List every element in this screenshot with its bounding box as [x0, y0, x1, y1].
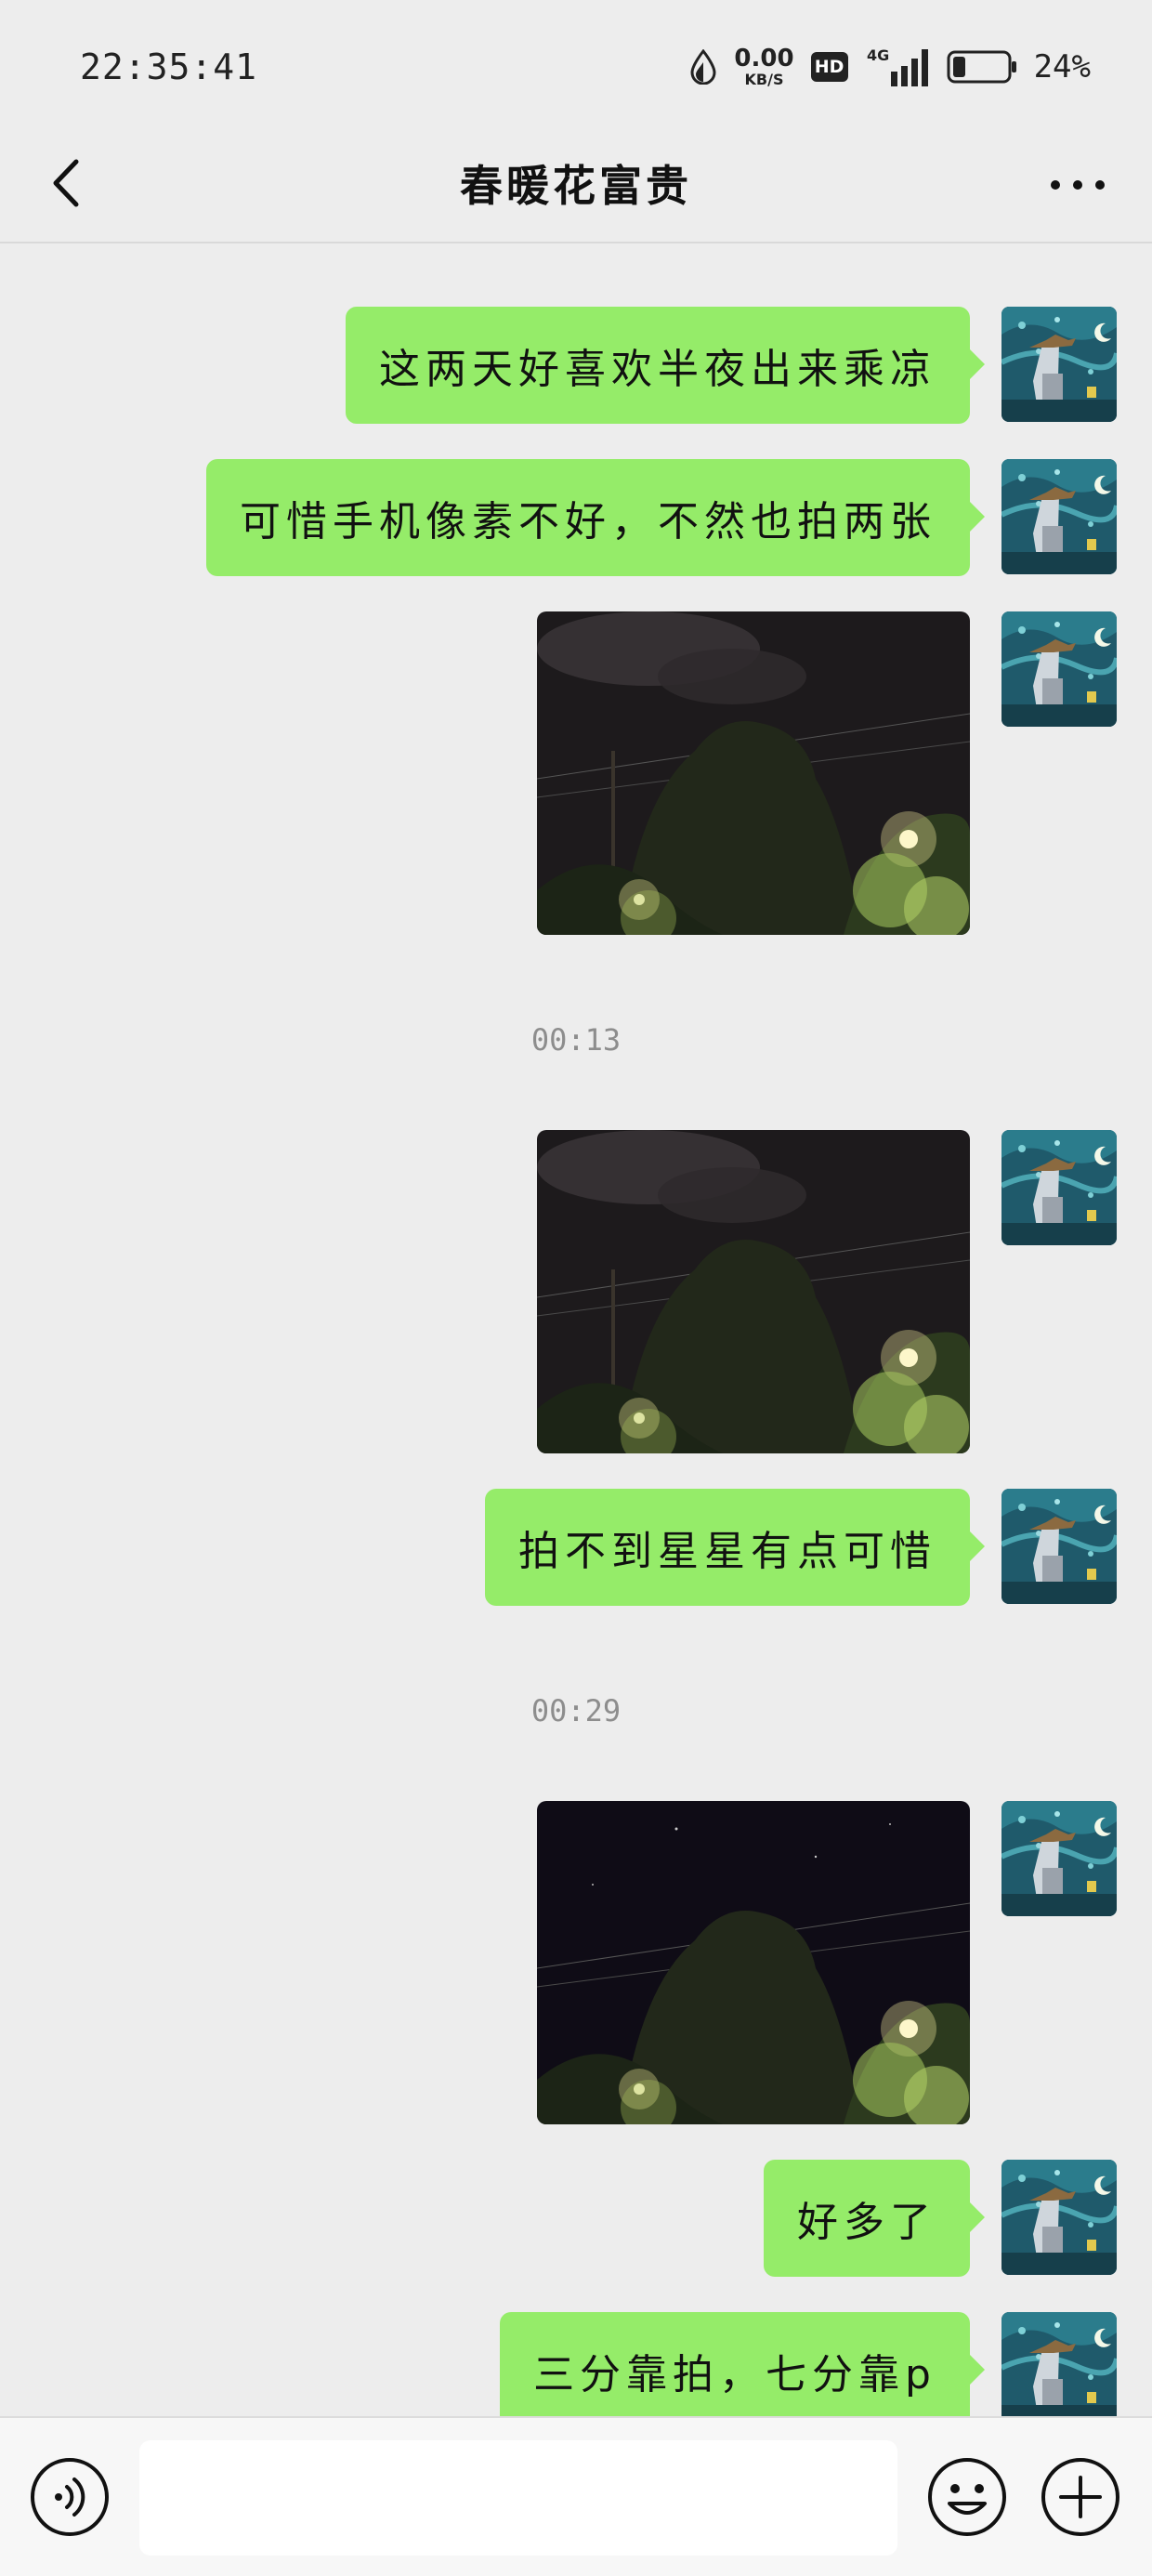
voice-button[interactable]: [28, 2455, 111, 2539]
net-speed: 0.00 KB/S: [734, 46, 793, 87]
avatar[interactable]: [1001, 2160, 1117, 2275]
chat-title: 春暖花富贵: [460, 161, 692, 211]
signal-icon: 4G: [865, 46, 930, 88]
status-bar: 22:35:41 0.00 KB/S HD 4G 24%: [0, 0, 1152, 130]
avatar-image: [1001, 2160, 1117, 2275]
ellipsis-icon: [1051, 180, 1105, 190]
photo-image: [537, 611, 970, 935]
avatar-image: [1001, 307, 1117, 422]
photo-image: [537, 1130, 970, 1453]
avatar-image: [1001, 1489, 1117, 1604]
status-time: 22:35:41: [80, 46, 258, 87]
message-input[interactable]: [139, 2440, 897, 2556]
message-timestamp: 00:13: [530, 1022, 622, 1058]
message-bubble[interactable]: 三分靠拍，七分靠p: [500, 2312, 985, 2416]
avatar-image: [1001, 1801, 1117, 1916]
avatar[interactable]: [1001, 611, 1117, 727]
emoji-icon: [928, 2458, 1006, 2536]
voice-icon: [31, 2458, 109, 2536]
avatar-image: [1001, 2312, 1117, 2416]
photo-image: [537, 1801, 970, 2124]
avatar[interactable]: [1001, 459, 1117, 574]
plus-button[interactable]: [1039, 2455, 1122, 2539]
avatar[interactable]: [1001, 1130, 1117, 1245]
avatar[interactable]: [1001, 1801, 1117, 1916]
title-bar: 春暖花富贵: [0, 130, 1152, 243]
avatar[interactable]: [1001, 2312, 1117, 2416]
net-speed-value: 0.00: [734, 45, 794, 72]
message-bubble[interactable]: 拍不到星星有点可惜: [485, 1489, 985, 1606]
status-icons: 0.00 KB/S HD 4G 24%: [689, 41, 1091, 93]
avatar-image: [1001, 1130, 1117, 1245]
message-photo[interactable]: [537, 1801, 970, 2124]
avatar[interactable]: [1001, 1489, 1117, 1604]
more-button[interactable]: [1041, 152, 1115, 217]
message-bubble[interactable]: 可惜手机像素不好，不然也拍两张: [206, 459, 985, 576]
avatar-image: [1001, 611, 1117, 727]
message-bubble[interactable]: 好多了: [764, 2160, 985, 2277]
network-type-label: 4G: [867, 46, 889, 64]
data-saver-icon: [689, 48, 717, 85]
plus-icon: [1041, 2458, 1119, 2536]
battery-percent: 24%: [1033, 48, 1091, 85]
net-speed-unit: KB/S: [744, 71, 784, 88]
avatar-image: [1001, 459, 1117, 574]
message-timestamp: 00:29: [530, 1693, 622, 1728]
message-bubble[interactable]: 这两天好喜欢半夜出来乘凉: [346, 307, 985, 424]
avatar[interactable]: [1001, 307, 1117, 422]
hd-badge: HD: [810, 52, 848, 82]
message-photo[interactable]: [537, 611, 970, 935]
emoji-button[interactable]: [925, 2455, 1009, 2539]
message-list[interactable]: 这两天好喜欢半夜出来乘凉 可惜手机像素不好，不然也拍两张 00:13 拍不到星星…: [0, 245, 1152, 2416]
message-photo[interactable]: [537, 1130, 970, 1453]
chat-screen: 22:35:41 0.00 KB/S HD 4G 24% 春暖花富贵 这两天好喜…: [0, 0, 1152, 2576]
battery-icon: [947, 49, 1017, 85]
input-bar: [0, 2416, 1152, 2576]
